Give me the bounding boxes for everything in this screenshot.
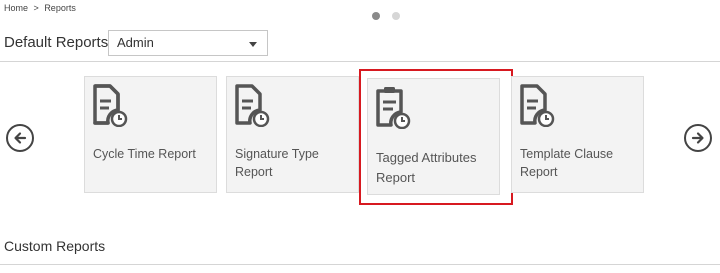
custom-reports-title: Custom Reports <box>4 238 106 254</box>
section-divider <box>0 61 720 62</box>
breadcrumb-current: Reports <box>44 3 76 13</box>
report-card-label: Template Clause Report <box>520 147 614 179</box>
selection-highlight <box>359 69 513 205</box>
report-card-template-clause[interactable]: Template Clause Report <box>511 76 644 193</box>
report-card-label: Signature Type Report <box>235 147 319 179</box>
breadcrumb: Home > Reports <box>4 3 79 13</box>
default-reports-title: Default Reports <box>4 34 109 51</box>
document-clock-icon <box>235 84 270 127</box>
section-divider <box>0 264 720 265</box>
document-clock-icon <box>93 84 128 127</box>
carousel-next-button[interactable] <box>684 124 712 152</box>
arrow-right-circle-icon <box>691 132 704 144</box>
pager-dot[interactable] <box>392 12 401 20</box>
report-card-cycle-time[interactable]: Cycle Time Report <box>84 76 217 193</box>
report-card-signature-type[interactable]: Signature Type Report <box>226 76 359 193</box>
breadcrumb-home-link[interactable]: Home <box>4 3 28 13</box>
carousel-prev-button[interactable] <box>6 124 34 152</box>
carousel-pager <box>372 7 408 25</box>
report-owner-select[interactable]: Admin <box>108 30 268 56</box>
document-clock-icon <box>520 84 555 127</box>
breadcrumb-separator: > <box>33 3 39 13</box>
report-owner-select-value: Admin <box>117 35 154 50</box>
pager-dot[interactable] <box>372 12 380 20</box>
arrow-left-circle-icon <box>14 132 27 144</box>
report-card-label: Cycle Time Report <box>93 147 196 161</box>
chevron-down-icon <box>249 42 257 47</box>
